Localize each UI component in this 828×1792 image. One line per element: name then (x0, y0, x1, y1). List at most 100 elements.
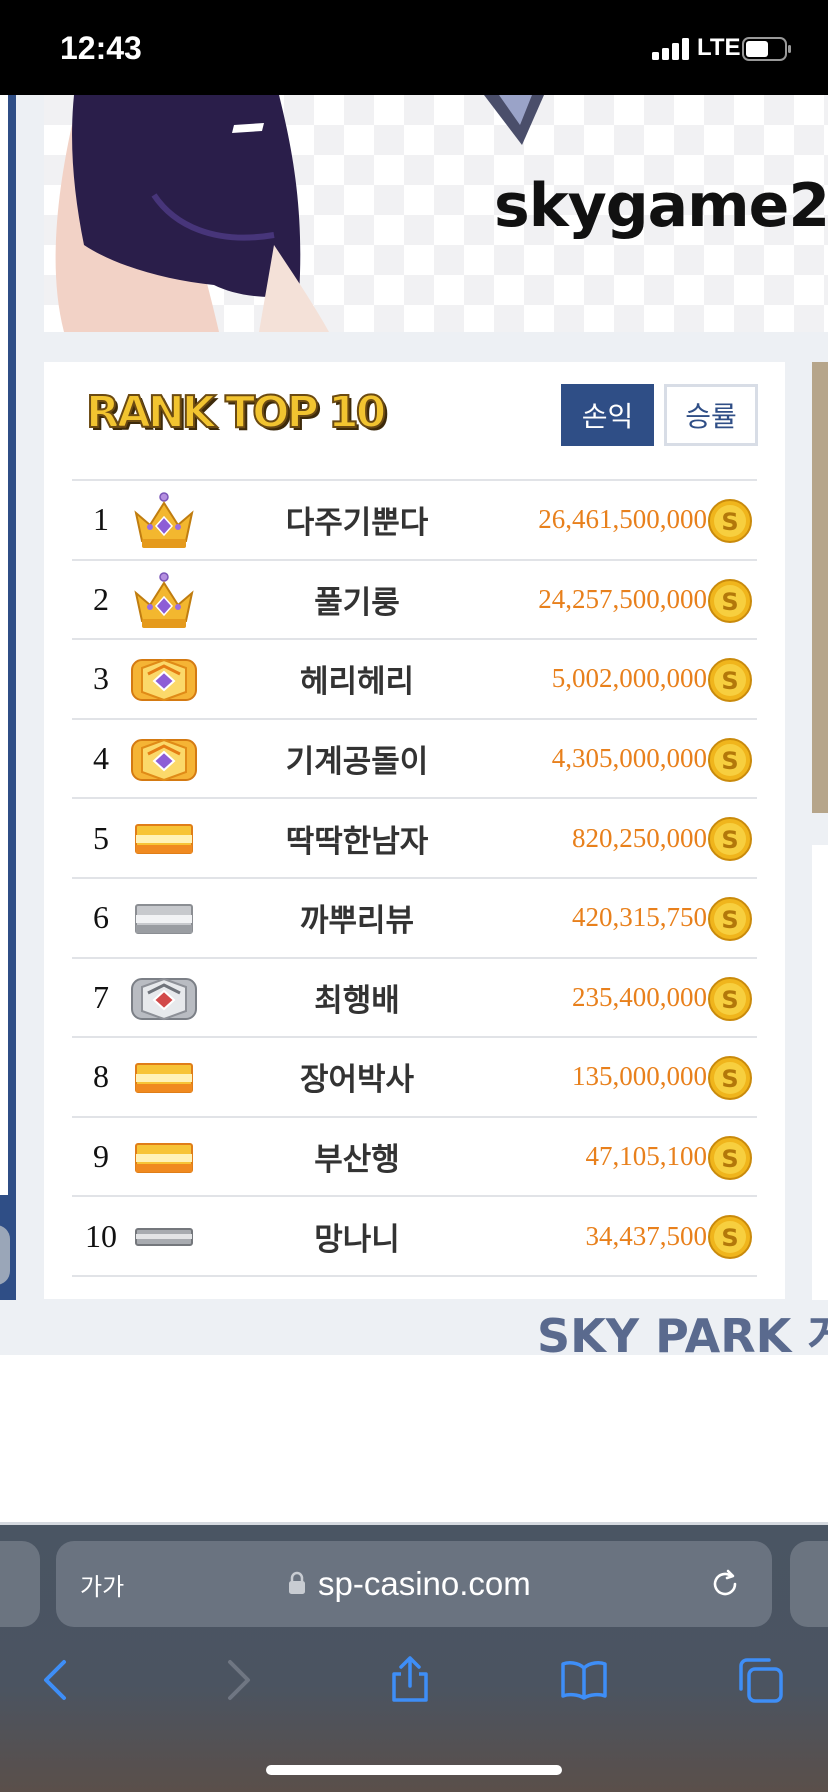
battery-icon (742, 37, 791, 61)
rank-number: 9 (93, 1138, 109, 1175)
svg-text:S: S (721, 986, 738, 1014)
coin-icon: S (707, 896, 753, 942)
rank-badge-icon (128, 1207, 200, 1267)
rank-row: 5 딱딱한남자 820,250,000 S (72, 799, 757, 879)
profit-amount: 820,250,000 (572, 822, 707, 853)
profit-amount: 135,000,000 (572, 1061, 707, 1092)
rank-number: 6 (93, 899, 109, 936)
player-name: 장어박사 (299, 1062, 415, 1099)
svg-text:S: S (721, 747, 738, 775)
player-name: 다주기뿐다 (285, 505, 429, 542)
adjacent-card-edge-2 (812, 845, 828, 1300)
profit-amount: 5,002,000,000 (551, 663, 707, 694)
profit-amount: 235,400,000 (572, 981, 707, 1012)
rank-row: 3 헤리헤리 5,002,000,000 S (72, 640, 757, 720)
svg-text:S: S (721, 588, 738, 616)
share-icon[interactable] (386, 1656, 434, 1704)
network-type: LTE (697, 34, 741, 61)
rank-badge-icon (128, 730, 200, 790)
coin-icon: S (707, 737, 753, 783)
rank-badge-icon (128, 889, 200, 949)
profit-amount: 47,105,100 (585, 1141, 708, 1172)
rank-number: 2 (93, 580, 109, 617)
coin-icon: S (707, 578, 753, 624)
rank-badge-icon (128, 650, 200, 710)
profit-amount: 34,437,500 (585, 1220, 708, 1251)
rank-badge-icon (128, 491, 200, 551)
coin-icon: S (707, 1135, 753, 1181)
adjacent-card-edge (812, 362, 828, 813)
section-heading: SKY PARK 게 (537, 1309, 828, 1363)
coin-icon: S (707, 657, 753, 703)
rank-badge-icon (128, 1128, 200, 1188)
rank-row: 4 기계공돌이 4,305,000,000 S (72, 720, 757, 800)
promo-banner[interactable]: skygame24 (44, 95, 828, 332)
rank-row: 2 풀기룽 24,257,500,000 S (72, 561, 757, 641)
svg-text:S: S (721, 1065, 738, 1093)
svg-text:S: S (721, 1145, 738, 1173)
rank-list: 1 다주기뿐다 26,461,500,000 S 2 풀기룽 24,257,500,000 S… (72, 479, 757, 1277)
lock-icon (289, 1571, 305, 1594)
status-time: 12:43 (60, 30, 142, 66)
coin-icon: S (707, 1214, 753, 1260)
player-name: 딱딱한남자 (285, 823, 429, 860)
rank-row: 9 부산행 47,105,100 S (72, 1118, 757, 1198)
svg-text:S: S (721, 508, 738, 536)
url-domain: sp-casino.com (318, 1565, 531, 1602)
rank-row: 7 최행배 235,400,000 S (72, 959, 757, 1039)
rank-number: 10 (85, 1217, 117, 1254)
rank-badge-icon (128, 1048, 200, 1108)
rank-row: 6 까뿌리뷰 420,315,750 S (72, 879, 757, 959)
player-name: 최행배 (314, 982, 400, 1019)
svg-text:S: S (721, 826, 738, 854)
left-panel-edge (0, 95, 16, 1300)
profit-amount: 24,257,500,000 (538, 583, 707, 614)
coin-icon: S (707, 976, 753, 1022)
rank-badge-icon (128, 571, 200, 631)
rank-badge-icon (128, 809, 200, 869)
rank-row: 8 장어박사 135,000,000 S (72, 1038, 757, 1118)
coin-icon: S (707, 816, 753, 862)
player-name: 망나니 (314, 1221, 400, 1258)
home-indicator (266, 1765, 562, 1775)
rank-number: 3 (93, 660, 109, 697)
player-name: 부산행 (314, 1142, 400, 1179)
rank-row: 10 망나니 34,437,500 S (72, 1197, 757, 1277)
tab-winrate[interactable]: 승률 (664, 384, 758, 446)
svg-text:S: S (721, 667, 738, 695)
banner-brand-text: skygame24 (494, 171, 828, 241)
svg-text:S: S (721, 906, 738, 934)
status-bar: 12:43 LTE (0, 0, 828, 95)
previous-tab-peek[interactable] (0, 1541, 40, 1627)
profit-amount: 420,315,750 (572, 902, 707, 933)
player-name: 헤리헤리 (299, 664, 415, 701)
coin-icon: S (707, 1055, 753, 1101)
rank-row: 1 다주기뿐다 26,461,500,000 S (72, 481, 757, 561)
profit-amount: 4,305,000,000 (551, 743, 707, 774)
signal-icon (652, 38, 689, 60)
rank-number: 1 (93, 501, 109, 538)
next-tab-peek[interactable] (790, 1541, 828, 1627)
tabs-icon[interactable] (736, 1656, 784, 1704)
player-name: 기계공돌이 (285, 744, 429, 781)
reload-icon[interactable] (708, 1567, 742, 1601)
player-name: 까뿌리뷰 (299, 903, 415, 940)
rank-number: 4 (93, 740, 109, 777)
side-handle[interactable] (0, 1225, 10, 1285)
text-size-button[interactable]: 가가 (80, 1541, 124, 1627)
rank-title: RANK TOP 10 (85, 386, 387, 439)
rank-number: 8 (93, 1058, 109, 1095)
coin-icon: S (707, 498, 753, 544)
profit-amount: 26,461,500,000 (538, 504, 707, 535)
player-name: 풀기룽 (314, 584, 400, 621)
tab-profit[interactable]: 손익 (561, 384, 654, 446)
back-icon[interactable] (34, 1656, 82, 1704)
address-bar[interactable]: 가가 sp-casino.com (56, 1541, 772, 1627)
bookmarks-icon[interactable] (560, 1656, 608, 1704)
rank-number: 7 (93, 978, 109, 1015)
rank-top10-card: RANK TOP 10 손익 승률 1 다주기뿐다 26,461,500,000 S 2… (44, 362, 785, 1299)
forward-icon[interactable] (212, 1656, 260, 1704)
svg-text:S: S (721, 1224, 738, 1252)
rank-badge-icon (128, 969, 200, 1029)
section-band (0, 1355, 828, 1525)
